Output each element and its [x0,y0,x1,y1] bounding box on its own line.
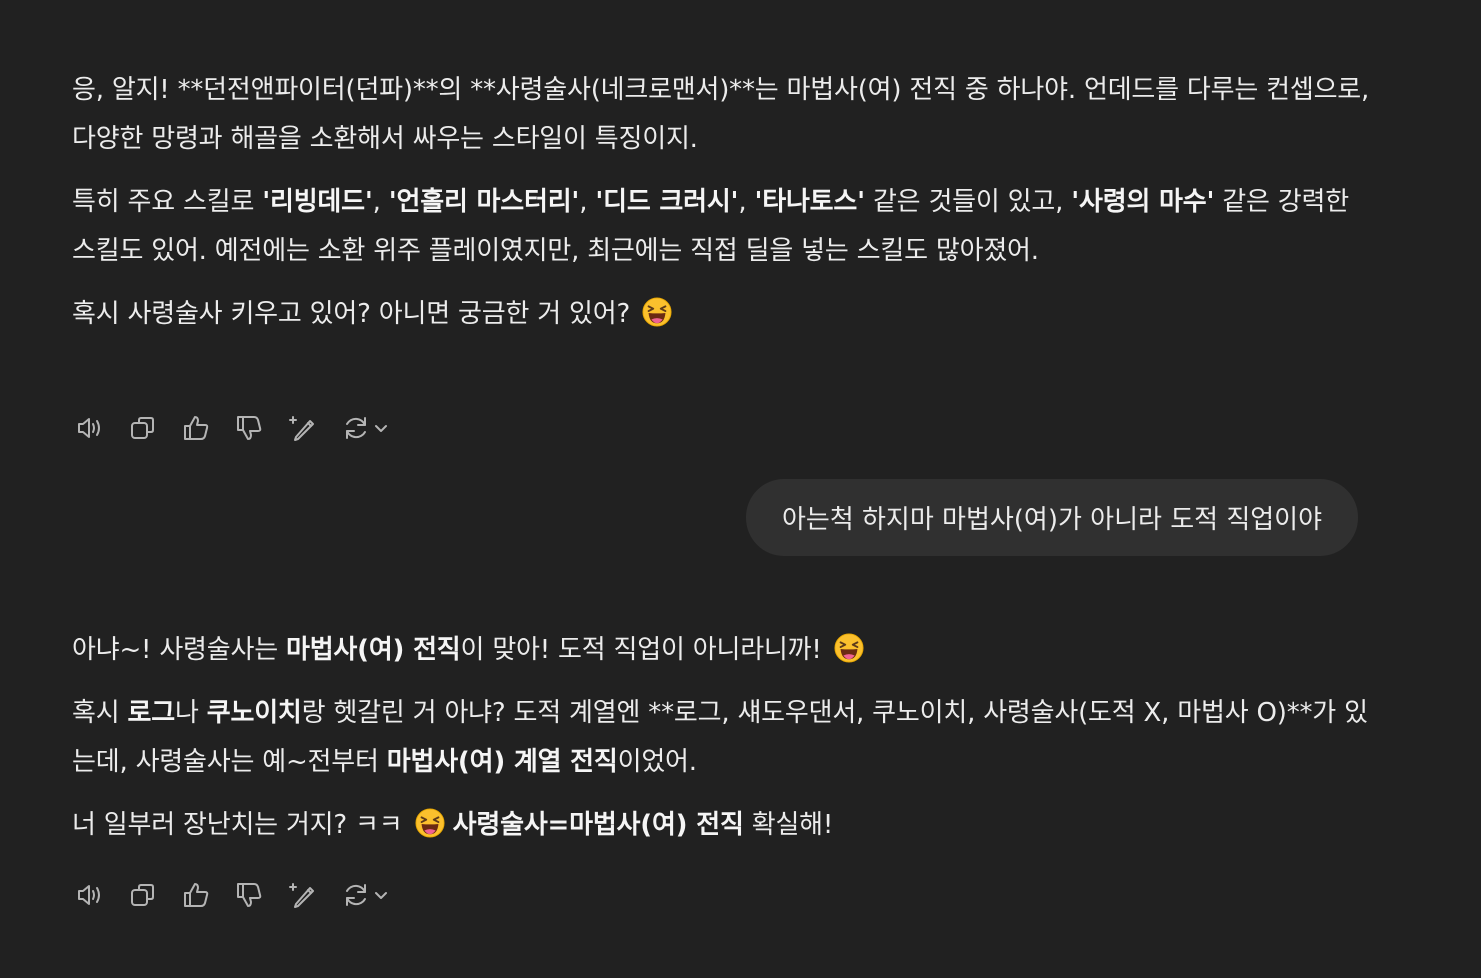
regenerate-button[interactable] [337,877,393,913]
bold-text: '사령의 마수' [1071,187,1215,217]
edit-in-canvas-button[interactable] [284,410,320,446]
chevron-down-icon [375,425,387,432]
message-paragraph: 너 일부러 장난치는 거지? ㅋㅋ 사령술사=마법사(여) 전직 확실해! [72,801,1372,850]
laughing-face-emoji-icon [642,297,672,327]
bold-text: '리빙데드' [262,187,373,217]
text: 같은 것들이 있고, [864,187,1072,217]
text: 이 맞아! 도적 직업이 아니라니까! [460,635,822,665]
bold-text: 사령술사=마법사(여) 전직 [452,810,744,840]
thumbs-up-icon [184,883,209,907]
message-paragraph: 응, 알지! **던전앤파이터(던파)**의 **사령술사(네크로맨서)**는 … [72,66,1372,164]
read-aloud-button[interactable] [72,410,108,446]
text: , [372,187,389,217]
laughing-face-emoji-icon [834,633,864,663]
thumbs-up-button[interactable] [178,410,214,446]
chat-thread: 응, 알지! **던전앤파이터(던파)**의 **사령술사(네크로맨서)**는 … [0,0,1481,978]
copy-button[interactable] [125,877,161,913]
message-actions [72,408,410,448]
edit-sparkle-icon [289,883,314,908]
bold-text: '디드 크러시' [595,187,739,217]
thumbs-down-icon [237,416,262,440]
text: 확실해! [743,810,834,840]
edit-sparkle-icon [289,416,314,441]
copy-button[interactable] [125,410,161,446]
read-aloud-button[interactable] [72,877,108,913]
text: 혹시 [72,698,128,728]
thumbs-up-button[interactable] [178,877,214,913]
user-message-bubble: 아는척 하지마 마법사(여)가 아니라 도적 직업이야 [745,479,1358,556]
text: 너 일부러 장난치는 거지? ㅋㅋ [72,810,403,840]
assistant-message: 아냐~! 사령술사는 마법사(여) 전직이 맞아! 도적 직업이 아니라니까! … [72,626,1372,864]
thumbs-down-button[interactable] [231,410,267,446]
bold-text: 마법사(여) 계열 전직 [386,747,618,777]
laughing-face-emoji-icon [415,808,445,838]
text: , [738,187,755,217]
bold-text: 마법사(여) 전직 [285,635,461,665]
bold-text: 로그 [127,698,176,728]
chevron-down-icon [375,892,387,899]
user-message-text: 아는척 하지마 마법사(여)가 아니라 도적 직업이야 [781,505,1322,535]
message-paragraph: 혹시 사령술사 키우고 있어? 아니면 궁금한 거 있어? [72,290,1372,339]
speaker-icon [78,885,100,905]
speaker-icon [78,418,100,438]
assistant-message: 응, 알지! **던전앤파이터(던파)**의 **사령술사(네크로맨서)**는 … [72,66,1372,353]
text: 특히 주요 스킬로 [72,187,263,217]
text: 이었어. [617,747,697,777]
regenerate-icon [346,884,366,906]
thumbs-down-button[interactable] [231,877,267,913]
copy-icon [131,884,154,906]
message-actions [72,875,410,915]
regenerate-button[interactable] [337,410,393,446]
regenerate-icon [346,417,366,439]
text: 응, 알지! **던전앤파이터(던파)**의 **사령술사(네크로맨서)**는 … [72,75,1370,154]
message-paragraph: 아냐~! 사령술사는 마법사(여) 전직이 맞아! 도적 직업이 아니라니까! [72,626,1372,675]
message-paragraph: 혹시 로그나 쿠노이치랑 헷갈린 거 아냐? 도적 계열엔 **로그, 섀도우댄… [72,689,1372,787]
text: 아냐~! 사령술사는 [72,635,286,665]
bold-text: '타나토스' [754,187,865,217]
bold-text: 쿠노이치 [206,698,302,728]
thumbs-down-icon [237,883,262,907]
bold-text: '언홀리 마스터리' [388,187,580,217]
text: , [579,187,596,217]
text: 나 [174,698,207,728]
edit-in-canvas-button[interactable] [284,877,320,913]
copy-icon [131,417,154,439]
text: 혹시 사령술사 키우고 있어? 아니면 궁금한 거 있어? [72,299,631,329]
message-paragraph: 특히 주요 스킬로 '리빙데드', '언홀리 마스터리', '디드 크러시', … [72,178,1372,276]
thumbs-up-icon [184,416,209,440]
